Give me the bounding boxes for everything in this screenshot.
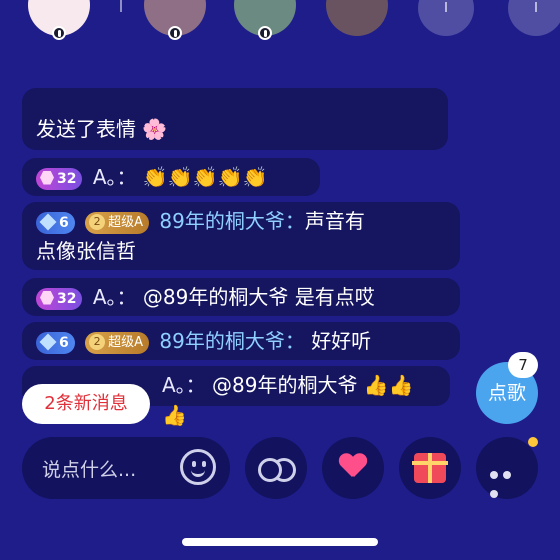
- divider: [120, 0, 122, 12]
- mic-icon: [52, 26, 66, 40]
- chat-message: 32 A。： @89年的桐大爷 是有点哎: [22, 278, 460, 316]
- message-text: @89年的桐大爷: [212, 373, 358, 397]
- sender-name[interactable]: A。：: [93, 165, 137, 189]
- hexagon-icon: [40, 170, 54, 185]
- user-level-badge: 6: [36, 331, 75, 354]
- new-messages-button[interactable]: 2条新消息: [22, 384, 150, 424]
- avatar[interactable]: [28, 0, 90, 40]
- heart-icon: [339, 454, 367, 480]
- like-button[interactable]: [322, 437, 384, 499]
- smile-icon[interactable]: [180, 449, 216, 485]
- clap-emojis: 👏👏👏👏👏: [142, 165, 268, 189]
- message-text: 发送了表情: [36, 117, 136, 141]
- sender-name[interactable]: 89年的桐大爷：: [159, 329, 304, 353]
- sender-name[interactable]: A。：: [93, 285, 137, 309]
- mic-icon: [258, 26, 272, 40]
- avatar[interactable]: [234, 0, 296, 40]
- home-indicator: [182, 538, 378, 546]
- flower-emoji: 🌸: [142, 117, 168, 141]
- song-count-badge: 7: [508, 352, 538, 378]
- message-text-continued: 点像张信哲: [36, 239, 136, 263]
- chat-message: 32 A。： 👏👏👏👏👏: [22, 158, 320, 196]
- add-seat-button[interactable]: [418, 0, 474, 36]
- notification-dot: [528, 437, 538, 447]
- mic-icon: [168, 26, 182, 40]
- avatar[interactable]: [144, 0, 206, 40]
- sender-name[interactable]: A。：: [162, 373, 206, 397]
- link-icon: [258, 454, 296, 482]
- message-text: 声音有: [304, 209, 365, 233]
- gift-button[interactable]: [399, 437, 461, 499]
- fan-club-badge: 2 超级A: [85, 211, 150, 234]
- chat-message: 发送了表情 🌸: [22, 88, 448, 150]
- message-text: 好好听: [311, 329, 372, 353]
- user-level-badge: 6: [36, 211, 75, 234]
- hexagon-icon: [40, 290, 54, 305]
- chat-message: 6 2 超级A 89年的桐大爷： 好好听: [22, 322, 460, 360]
- avatar[interactable]: [326, 0, 388, 36]
- message-text: @89年的桐大爷 是有点哎: [142, 285, 375, 309]
- link-button[interactable]: [245, 437, 307, 499]
- chat-input[interactable]: 说点什么...: [22, 437, 230, 499]
- user-level-badge: 32: [36, 167, 83, 190]
- diamond-icon: [39, 333, 57, 350]
- chat-input-placeholder: 说点什么...: [42, 459, 137, 481]
- top-avatar-strip: [0, 0, 560, 40]
- fan-heart-icon: 2: [89, 333, 106, 350]
- more-icon: [490, 464, 524, 498]
- fan-heart-icon: 2: [89, 213, 106, 230]
- fan-club-badge: 2 超级A: [85, 331, 150, 354]
- sender-name[interactable]: 89年的桐大爷：: [159, 209, 304, 233]
- gift-icon: [412, 453, 448, 483]
- user-level-badge: 32: [36, 287, 83, 310]
- more-button[interactable]: [476, 437, 538, 499]
- add-seat-button[interactable]: [508, 0, 560, 36]
- diamond-icon: [39, 213, 57, 230]
- chat-message: 6 2 超级A 89年的桐大爷：声音有 点像张信哲: [22, 202, 460, 270]
